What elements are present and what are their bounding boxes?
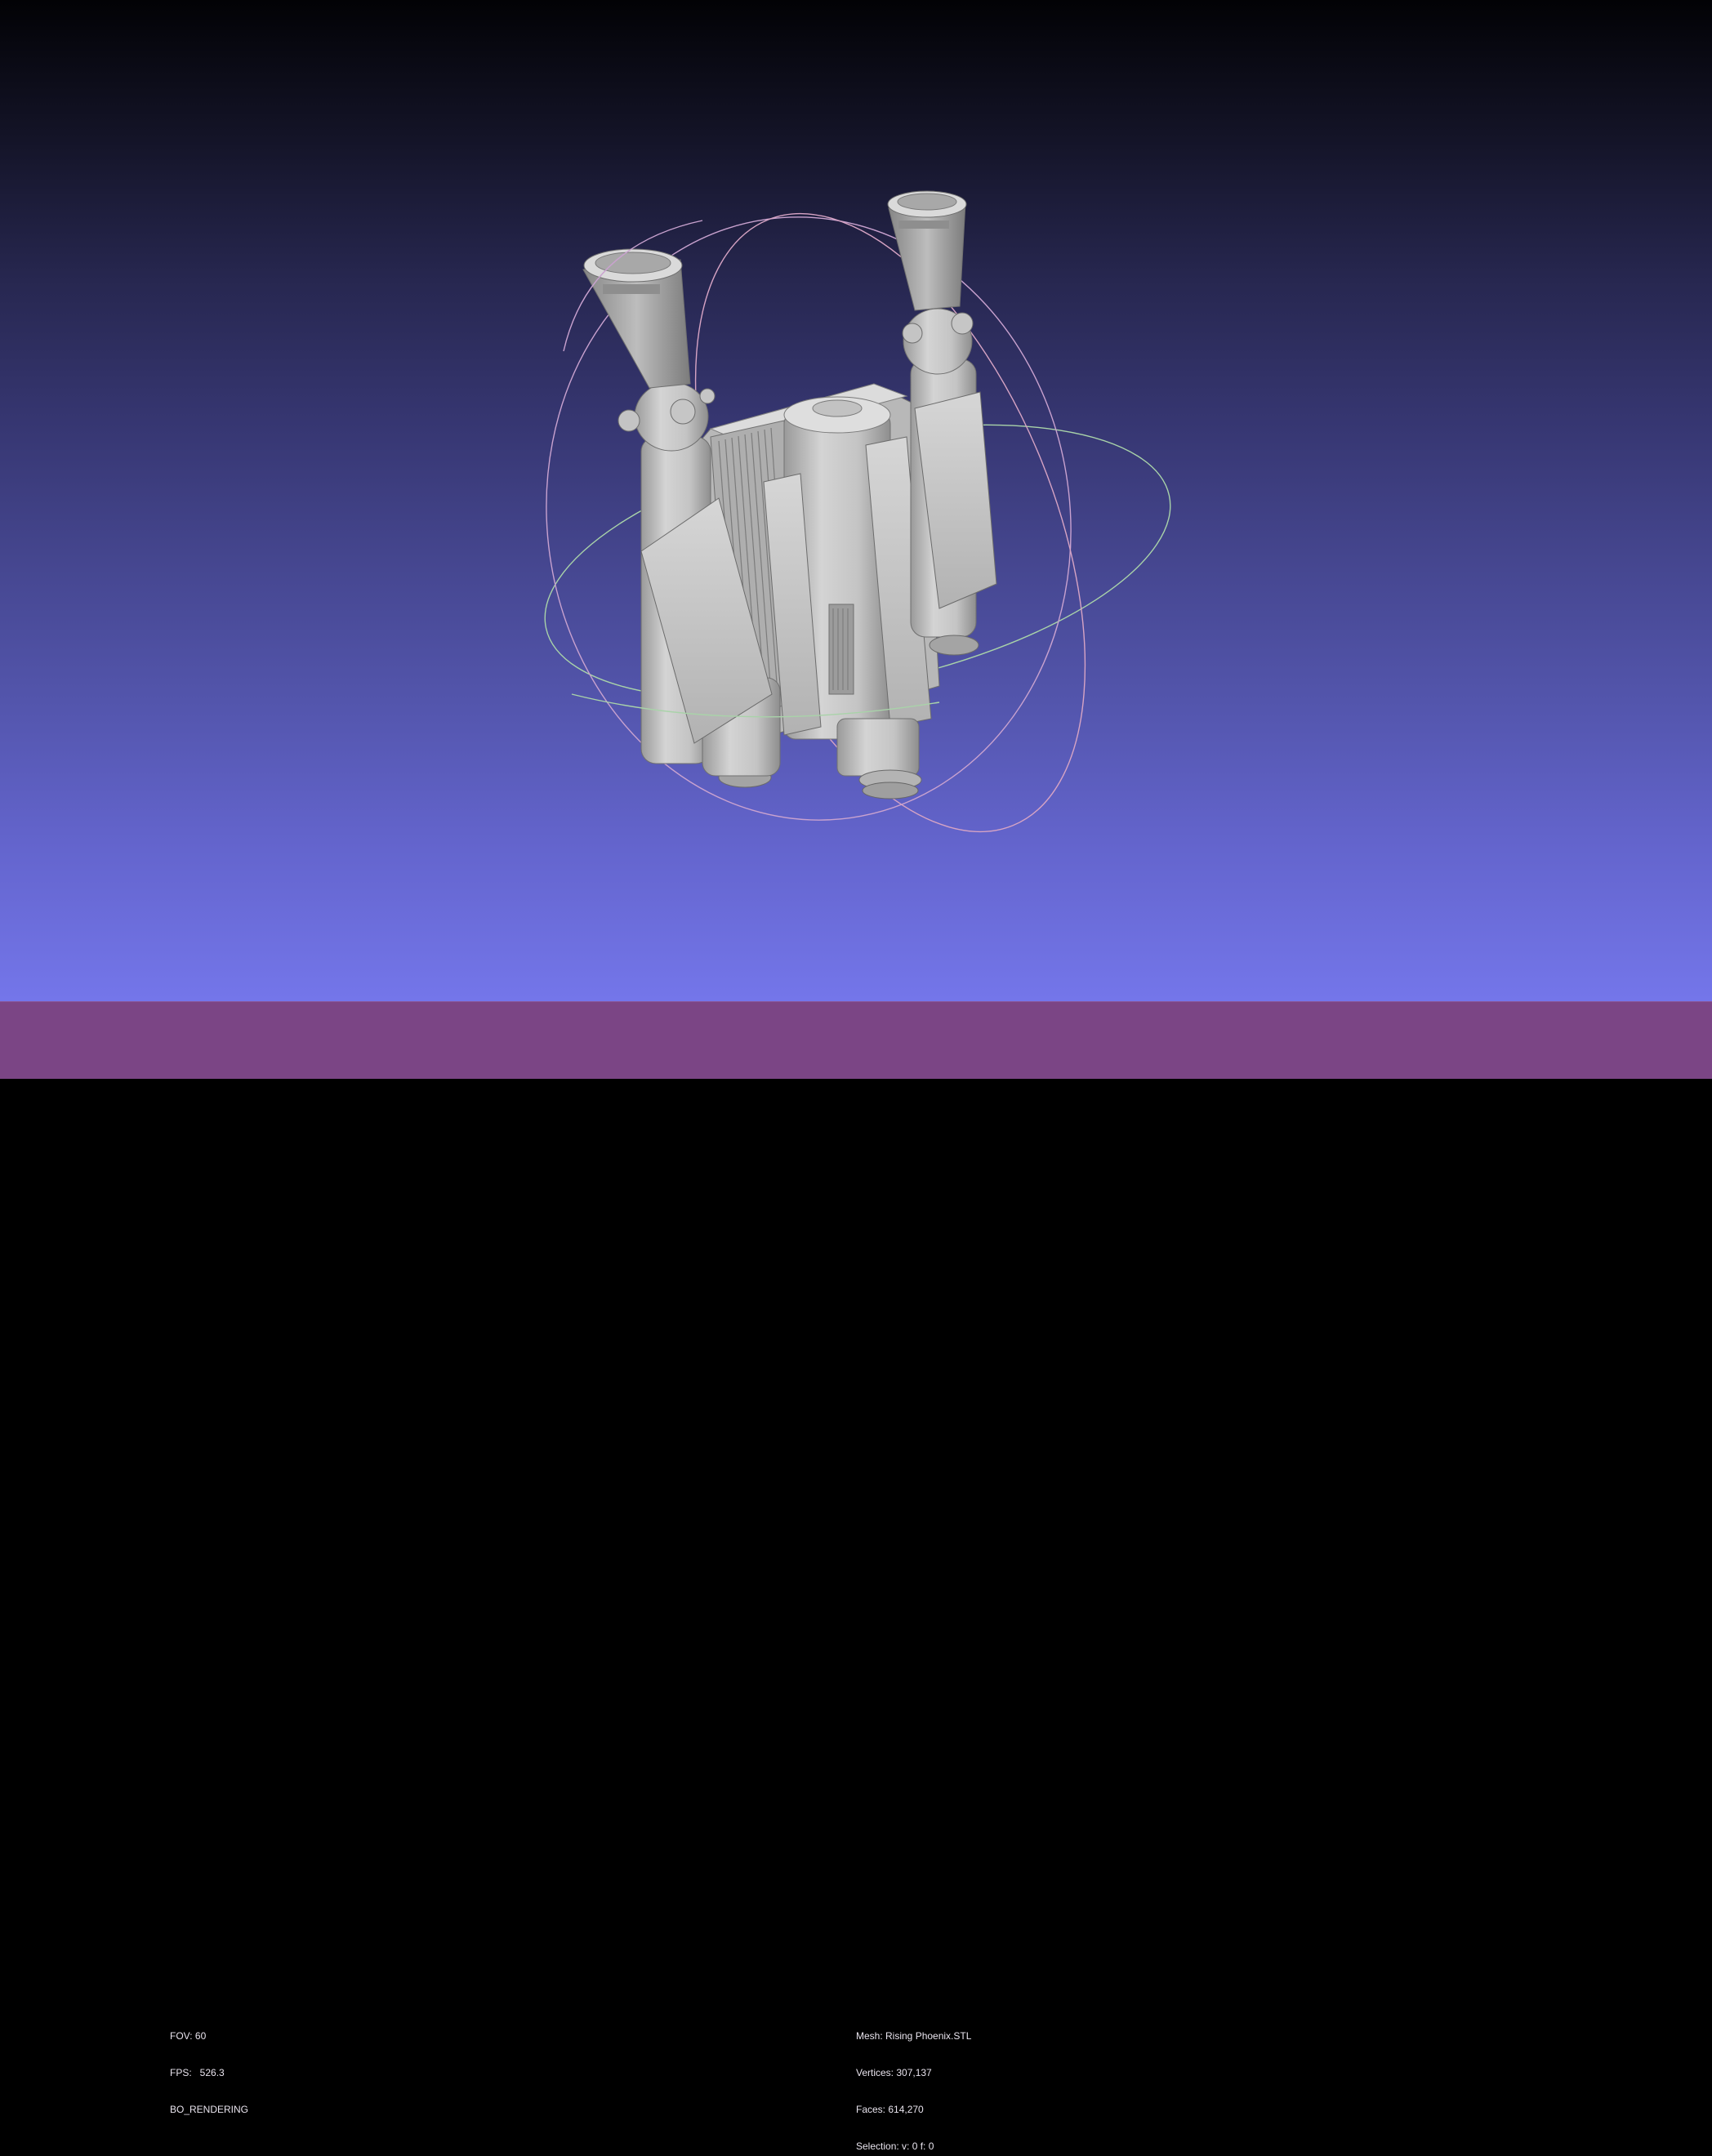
mesh-name-readout: Mesh: Rising Phoenix.STL: [856, 2030, 972, 2042]
faces-readout: Faces: 614,270: [856, 2104, 924, 2115]
render-info: FOV: 60 FPS: 526.3 BO_RENDERING: [170, 2006, 248, 2140]
status-bar: FOV: 60 FPS: 526.3 BO_RENDERING Mesh: Ri…: [0, 1001, 1712, 2152]
render-mode-readout: BO_RENDERING: [170, 2104, 249, 2115]
selection-readout: Selection: v: 0 f: 0: [856, 2140, 934, 2152]
fov-readout: FOV: 60: [170, 2030, 207, 2042]
center-nozzle: [836, 718, 920, 777]
scene-canvas[interactable]: [0, 0, 1712, 1001]
jetpack-mesh[interactable]: [582, 190, 997, 800]
3d-viewport[interactable]: [0, 0, 1712, 1001]
mesh-info: Mesh: Rising Phoenix.STL Vertices: 307,1…: [856, 2006, 971, 2156]
fps-readout: FPS: 526.3: [170, 2067, 225, 2078]
vertices-readout: Vertices: 307,137: [856, 2067, 932, 2078]
